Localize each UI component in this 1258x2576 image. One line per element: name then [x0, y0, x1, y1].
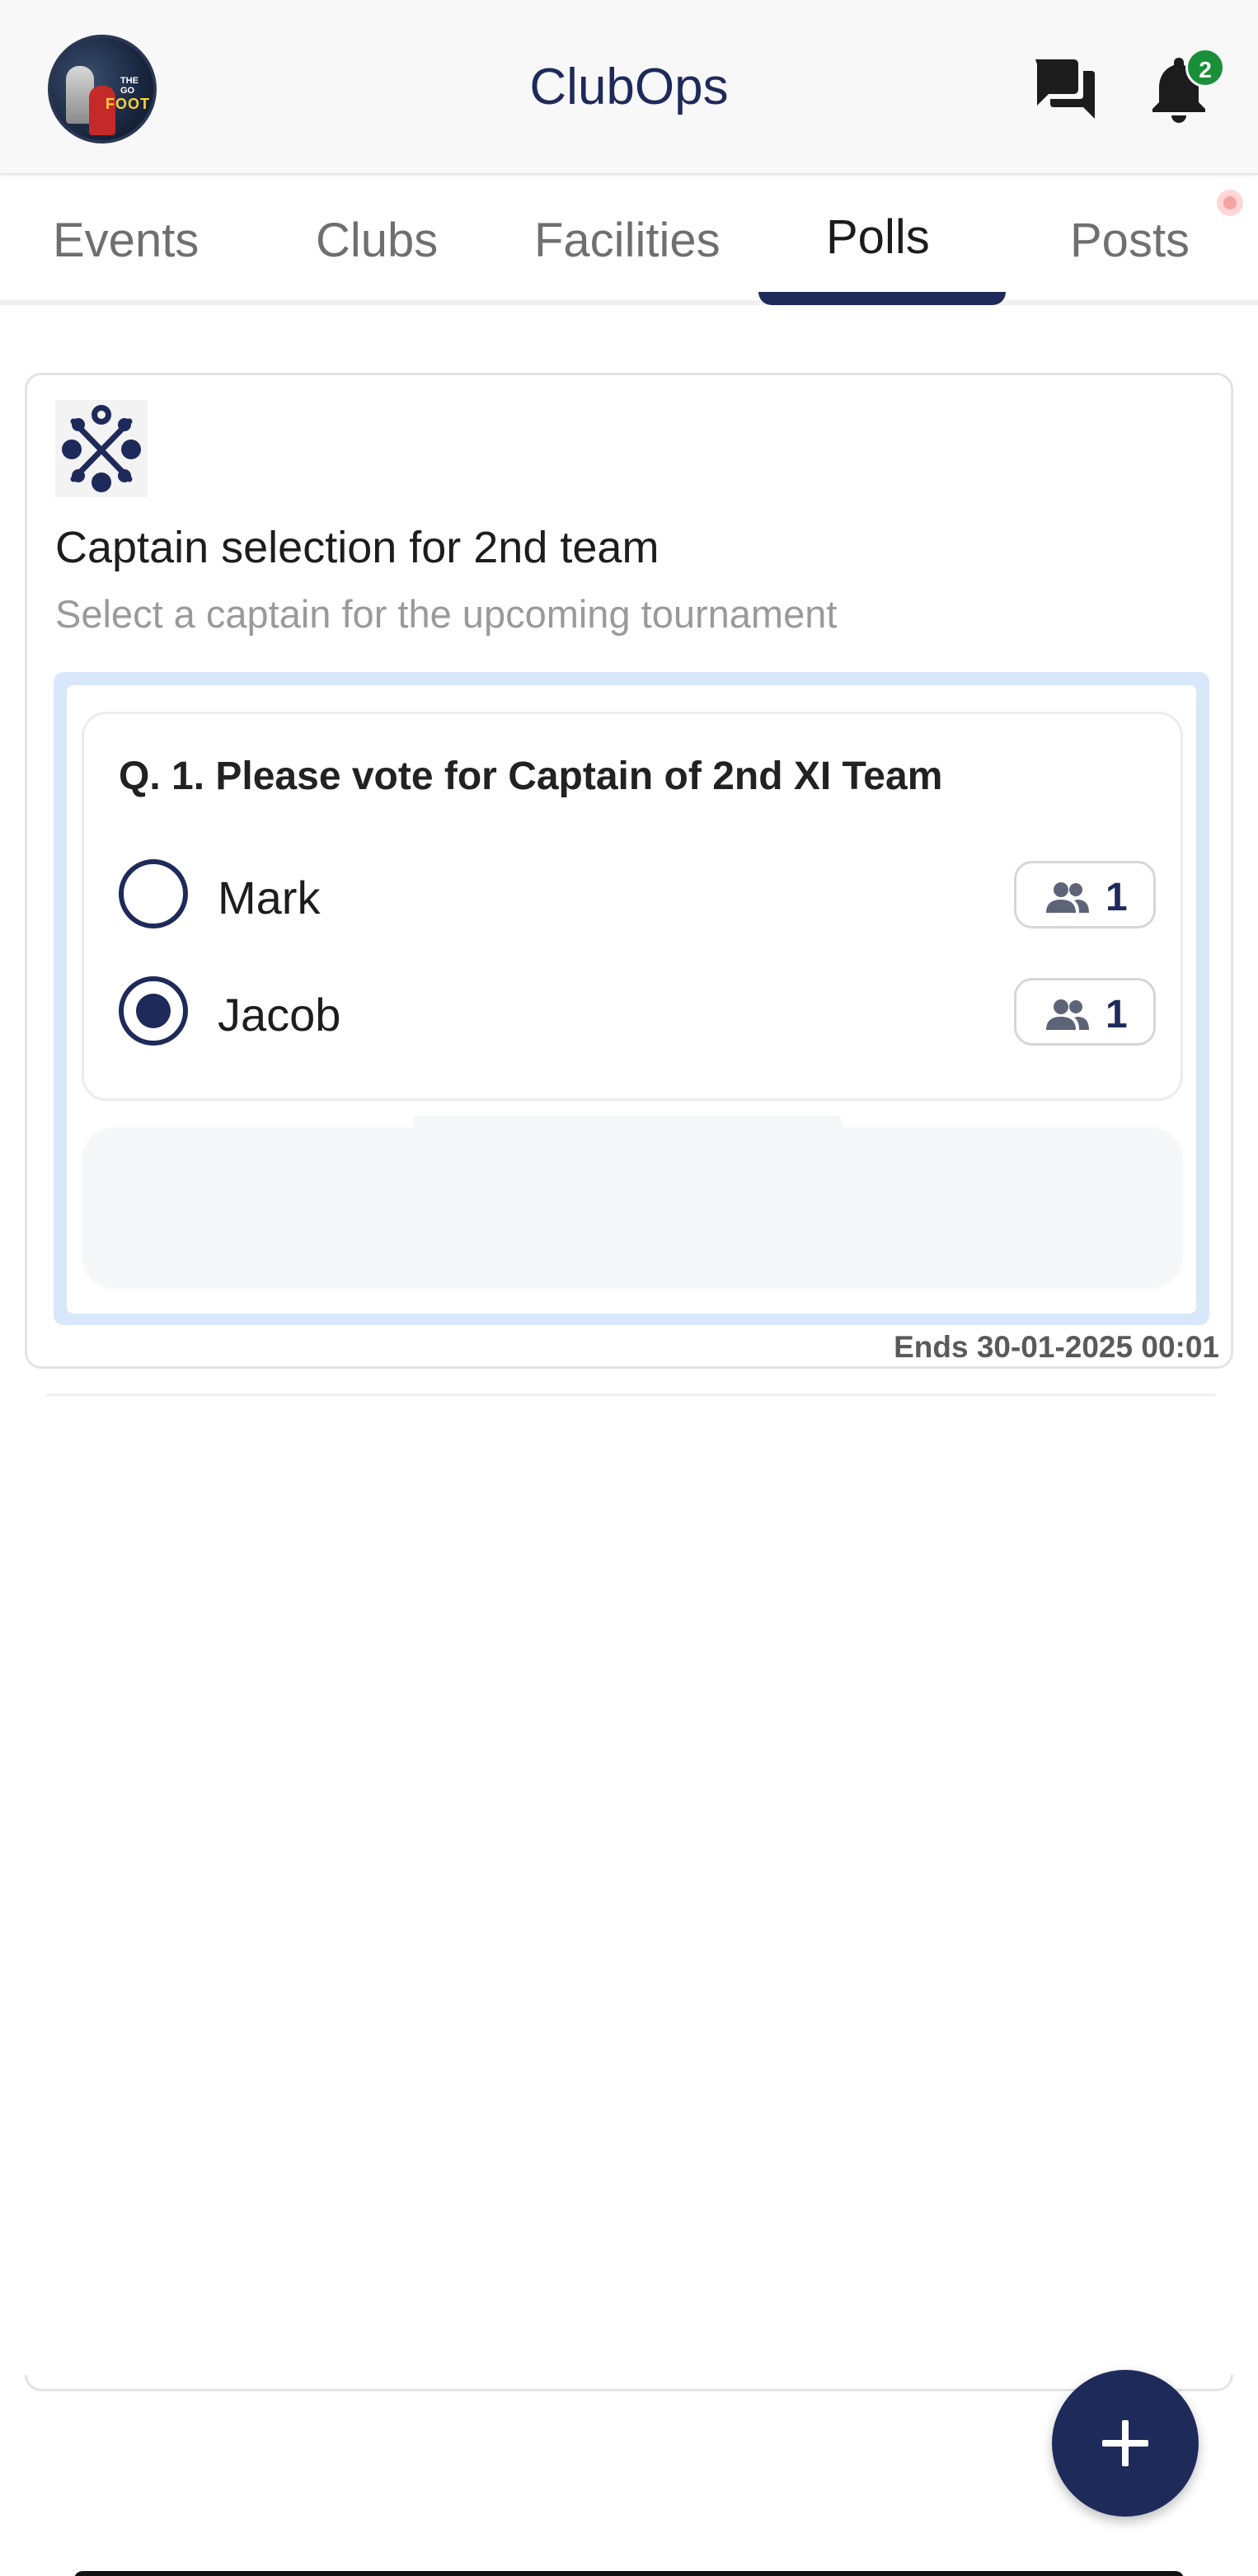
tab-posts[interactable]: Posts — [1070, 213, 1190, 268]
tab-bar: Events Clubs Facilities Polls Posts — [0, 176, 1258, 305]
people-icon — [1046, 882, 1089, 913]
question-box: Q. 1. Please vote for Captain of 2nd XI … — [82, 712, 1183, 1101]
vote-count: 1 — [1105, 993, 1128, 1037]
add-poll-button[interactable] — [1052, 2370, 1199, 2517]
option-label: Jacob — [218, 989, 341, 1041]
poll-title: Captain selection for 2nd team — [55, 523, 660, 572]
app-header: THE GO FOOT ClubOps 2 — [0, 0, 1258, 175]
vote-count: 1 — [1105, 876, 1128, 919]
tab-polls[interactable]: Polls — [826, 209, 930, 265]
poll-card[interactable]: Captain selection for 2nd team Select a … — [25, 373, 1233, 1369]
option-label: Mark — [218, 872, 321, 924]
plus-icon-vertical — [1122, 2420, 1129, 2466]
home-indicator — [74, 2571, 1184, 2576]
poll-subtitle: Select a captain for the upcoming tourna… — [55, 592, 838, 636]
posts-unread-dot — [1217, 190, 1243, 216]
tab-facilities[interactable]: Facilities — [534, 213, 721, 268]
radio-button-selected[interactable] — [119, 976, 188, 1046]
active-tab-indicator — [758, 292, 1006, 305]
club-logo-icon — [55, 400, 148, 497]
tab-clubs[interactable]: Clubs — [316, 213, 438, 268]
option-jacob[interactable]: Jacob 1 — [119, 976, 1156, 1047]
list-frame-bottom — [25, 2375, 1233, 2391]
vote-count-pill[interactable]: 1 — [1014, 978, 1156, 1046]
question-inner: Q. 1. Please vote for Captain of 2nd XI … — [67, 685, 1196, 1314]
question-frame: Q. 1. Please vote for Captain of 2nd XI … — [54, 672, 1209, 1325]
chat-icon[interactable] — [1030, 56, 1098, 122]
notification-badge: 2 — [1185, 48, 1225, 87]
option-mark[interactable]: Mark 1 — [119, 859, 1156, 930]
people-icon — [1046, 999, 1089, 1030]
radio-button[interactable] — [119, 859, 188, 928]
tab-events[interactable]: Events — [53, 213, 199, 268]
divider — [46, 1394, 1215, 1396]
question-text: Q. 1. Please vote for Captain of 2nd XI … — [119, 754, 943, 798]
question-footer — [82, 1127, 1183, 1289]
vote-count-pill[interactable]: 1 — [1014, 861, 1156, 928]
poll-end-date: Ends 30-01-2025 00:01 — [894, 1330, 1219, 1364]
